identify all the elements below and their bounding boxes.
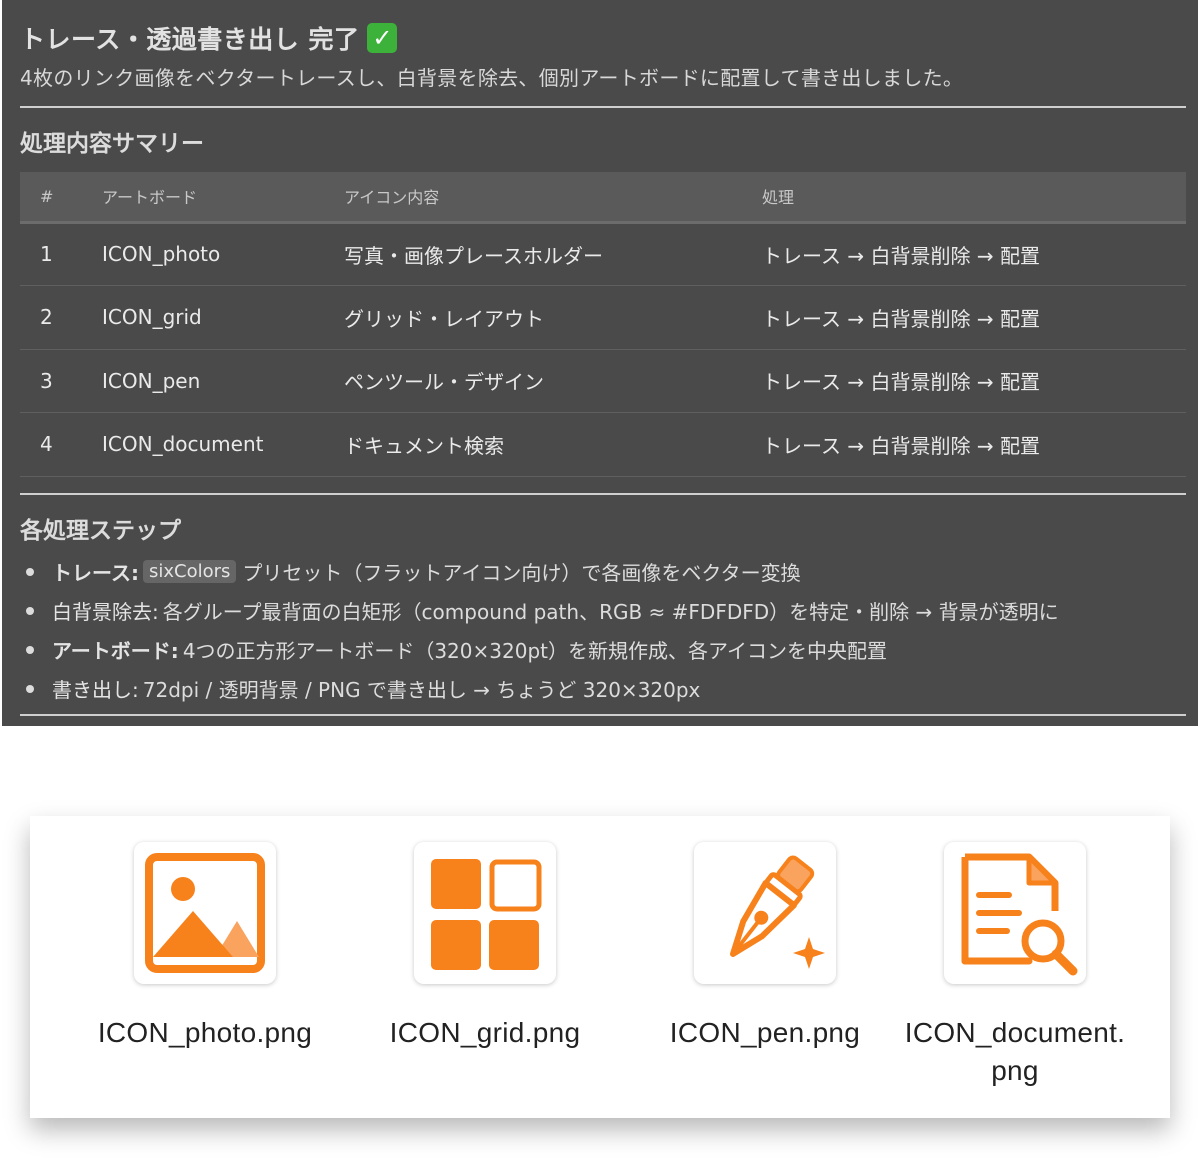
file-name: ICON_pen.png — [669, 1017, 861, 1048]
file-name: ICON_photo.png — [97, 1017, 313, 1048]
file-item-pen[interactable]: ICON_pen.png — [625, 842, 905, 1052]
list-item: アートボード: 4つの正方形アートボード（320×320pt）を新規作成、各アイ… — [20, 630, 1059, 669]
file-item-grid[interactable]: ICON_grid.png — [345, 842, 625, 1052]
title-row: トレース・透過書き出し 完了 ✓ — [20, 20, 398, 56]
step-text: 4つの正方形アートボード（320×320pt）を新規作成、各アイコンを中央配置 — [182, 639, 887, 663]
column-header-process: 処理 — [762, 172, 1186, 224]
column-header-artboard: アートボード — [102, 172, 344, 224]
cell-process: トレース → 白背景削除 → 配置 — [762, 349, 1186, 413]
page-subtitle: 4枚のリンク画像をベクタートレースし、白背景を除去、個別アートボードに配置して書… — [20, 66, 964, 90]
bullet — [26, 606, 34, 615]
steps-title: 各処理ステップ — [20, 518, 181, 544]
file-thumbnail[interactable] — [694, 842, 836, 984]
cell-process: トレース → 白背景削除 → 配置 — [762, 285, 1186, 350]
cell-number: 4 — [20, 412, 102, 477]
file-browser: ICON_photo.png ICON_grid.png ICON_pen.pn… — [30, 816, 1170, 1118]
file-item-photo[interactable]: ICON_photo.png — [65, 842, 345, 1052]
step-label: アートボード: — [52, 639, 179, 663]
list-item: 書き出し: 72dpi / 透明背景 / PNG で書き出し → ちょうど 32… — [20, 669, 1059, 708]
file-name: ICON_grid.png — [389, 1017, 581, 1048]
bullet — [26, 567, 34, 576]
list-item: 白背景除去: 各グループ最背面の白矩形（compound path、RGB ≈ … — [20, 591, 1059, 630]
step-text: 72dpi / 透明背景 / PNG で書き出し → ちょうど 320×320p… — [142, 678, 701, 702]
cell-artboard: ICON_pen — [102, 349, 344, 413]
inline-code: sixColors — [143, 560, 237, 583]
list-item: トレース: sixColors プリセット（フラットアイコン向け）で各画像をベク… — [20, 552, 1059, 591]
divider — [20, 714, 1186, 716]
divider — [20, 493, 1186, 495]
cell-process: トレース → 白背景削除 → 配置 — [762, 222, 1186, 286]
column-header-number: # — [20, 172, 102, 224]
file-thumbnail[interactable] — [414, 842, 556, 984]
photo-icon — [145, 853, 265, 973]
step-text: 各グループ最背面の白矩形（compound path、RGB ≈ #FDFDFD… — [162, 600, 1059, 624]
file-thumbnail[interactable] — [944, 842, 1086, 984]
cell-number: 1 — [20, 222, 102, 286]
bullet — [26, 684, 34, 693]
table-header-row: # アートボード アイコン内容 処理 — [20, 172, 1186, 224]
step-text: プリセット（フラットアイコン向け）で各画像をベクター変換 — [242, 561, 801, 585]
cell-icon-content: グリッド・レイアウト — [344, 285, 762, 350]
cell-process: トレース → 白背景削除 → 配置 — [762, 412, 1186, 477]
divider — [20, 106, 1186, 108]
file-name: ICON_document. png — [904, 1017, 1126, 1086]
summary-table: # アートボード アイコン内容 処理 1 ICON_photo 写真・画像プレー… — [20, 172, 1186, 477]
cell-icon-content: ペンツール・デザイン — [344, 349, 762, 413]
document-search-icon — [961, 853, 1078, 976]
column-header-icon-content: アイコン内容 — [344, 172, 762, 224]
cell-artboard: ICON_photo — [102, 222, 344, 286]
table-row: 3 ICON_pen ペンツール・デザイン トレース → 白背景削除 → 配置 — [20, 349, 1186, 413]
step-label: トレース: — [52, 561, 139, 585]
file-thumbnail[interactable] — [134, 842, 276, 984]
cell-artboard: ICON_grid — [102, 285, 344, 350]
summary-title: 処理内容サマリー — [20, 131, 204, 157]
cell-number: 2 — [20, 285, 102, 350]
table-row: 4 ICON_document ドキュメント検索 トレース → 白背景削除 → … — [20, 412, 1186, 477]
bullet — [26, 645, 34, 654]
step-label: 書き出し: — [52, 678, 139, 702]
cell-number: 3 — [20, 349, 102, 413]
cell-artboard: ICON_document — [102, 412, 344, 477]
page-title: トレース・透過書き出し 完了 — [20, 25, 360, 54]
pen-icon — [729, 855, 825, 969]
cell-icon-content: ドキュメント検索 — [344, 412, 762, 477]
result-panel: トレース・透過書き出し 完了 ✓ 4枚のリンク画像をベクタートレースし、白背景を… — [2, 0, 1198, 726]
table-row: 1 ICON_photo 写真・画像プレースホルダー トレース → 白背景削除 … — [20, 222, 1186, 286]
step-label: 白背景除去: — [52, 600, 159, 624]
steps-list: トレース: sixColors プリセット（フラットアイコン向け）で各画像をベク… — [20, 552, 1059, 708]
cell-icon-content: 写真・画像プレースホルダー — [344, 222, 762, 286]
file-item-document[interactable]: ICON_document. png — [875, 842, 1155, 1090]
check-mark-icon: ✓ — [367, 23, 398, 53]
grid-icon — [431, 859, 542, 970]
table-row: 2 ICON_grid グリッド・レイアウト トレース → 白背景削除 → 配置 — [20, 285, 1186, 350]
